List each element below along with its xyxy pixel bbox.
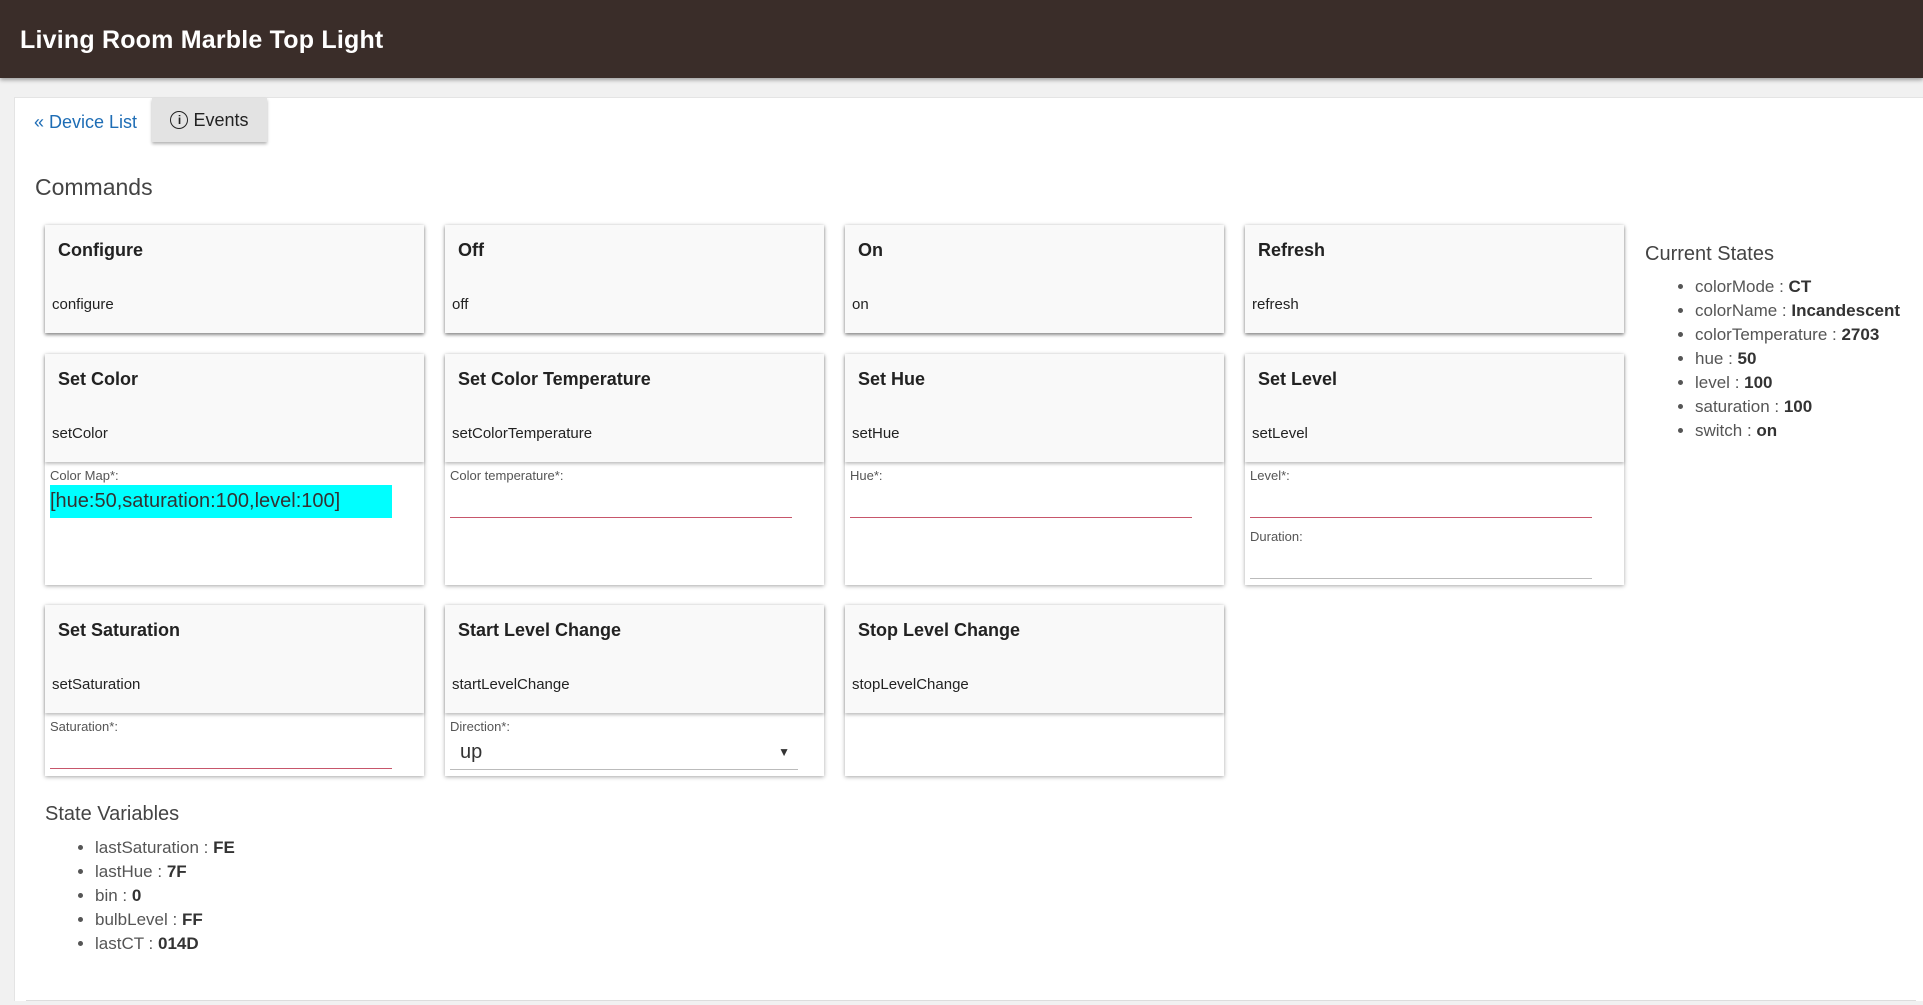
command-method: setHue bbox=[852, 425, 900, 442]
command-card-set-hue: Set Hue setHue Hue*: bbox=[845, 354, 1224, 585]
top-bar: Living Room Marble Top Light bbox=[0, 0, 1923, 78]
state-variable-item: lastCT : 014D bbox=[95, 932, 235, 956]
current-states-title: Current States bbox=[1645, 243, 1774, 265]
state-item: switch : on bbox=[1695, 419, 1900, 443]
set-color-temperature-command-button[interactable]: Set Color Temperature setColorTemperatur… bbox=[445, 354, 824, 462]
command-method: stopLevelChange bbox=[852, 676, 969, 693]
command-method: setLevel bbox=[1252, 425, 1308, 442]
command-name: Set Hue bbox=[858, 369, 926, 389]
command-card-configure: Configure configure bbox=[45, 225, 424, 333]
command-name: Refresh bbox=[1258, 240, 1326, 260]
command-method: on bbox=[852, 296, 869, 313]
command-card-refresh: Refresh refresh bbox=[1245, 225, 1624, 333]
command-card-on: On on bbox=[845, 225, 1224, 333]
state-item: level : 100 bbox=[1695, 371, 1900, 395]
start-level-change-command-button[interactable]: Start Level Change startLevelChange bbox=[445, 605, 824, 713]
state-item: colorTemperature : 2703 bbox=[1695, 323, 1900, 347]
command-method: refresh bbox=[1252, 296, 1299, 313]
command-method: setColorTemperature bbox=[452, 425, 593, 442]
command-name: Set Color Temperature bbox=[458, 369, 651, 389]
command-card-set-color: Set Color setColor Color Map*: bbox=[45, 354, 424, 585]
command-name: Set Saturation bbox=[58, 620, 181, 640]
bottom-divider bbox=[26, 1000, 1916, 1001]
state-variable-item: lastHue : 7F bbox=[95, 860, 235, 884]
duration-input[interactable] bbox=[1250, 548, 1592, 579]
state-item: colorMode : CT bbox=[1695, 275, 1900, 299]
state-variable-item: bulbLevel : FF bbox=[95, 908, 235, 932]
page-title: Living Room Marble Top Light bbox=[20, 26, 384, 54]
direction-selected-value: up bbox=[460, 741, 483, 763]
state-variables-list: lastSaturation : FE lastHue : 7F bin : 0… bbox=[70, 836, 235, 956]
events-button-label: Events bbox=[193, 109, 249, 130]
state-item: saturation : 100 bbox=[1695, 395, 1900, 419]
color-temperature-label: Color temperature*: bbox=[450, 468, 564, 483]
dropdown-arrow-icon: ▼ bbox=[778, 745, 790, 759]
state-item: hue : 50 bbox=[1695, 347, 1900, 371]
command-name: Off bbox=[458, 240, 484, 260]
color-temperature-input[interactable] bbox=[450, 487, 792, 518]
command-method: configure bbox=[52, 296, 114, 313]
hue-label: Hue*: bbox=[850, 468, 883, 483]
color-map-label: Color Map*: bbox=[50, 468, 119, 483]
info-circle-icon: i bbox=[170, 111, 189, 129]
set-hue-command-button[interactable]: Set Hue setHue bbox=[845, 354, 1224, 462]
command-card-set-saturation: Set Saturation setSaturation Saturation*… bbox=[45, 605, 424, 776]
direction-select[interactable]: up ▼ bbox=[450, 739, 798, 770]
current-states-list: colorMode : CT colorName : Incandescent … bbox=[1670, 275, 1900, 443]
events-button[interactable]: i Events bbox=[152, 98, 267, 142]
command-method: startLevelChange bbox=[452, 676, 570, 693]
command-method: setSaturation bbox=[52, 676, 141, 693]
command-card-start-level-change: Start Level Change startLevelChange Dire… bbox=[445, 605, 824, 776]
level-input[interactable] bbox=[1250, 487, 1592, 518]
state-variables-title: State Variables bbox=[45, 803, 180, 825]
duration-label: Duration: bbox=[1250, 529, 1303, 544]
saturation-label: Saturation*: bbox=[50, 719, 118, 734]
set-level-command-button[interactable]: Set Level setLevel bbox=[1245, 354, 1624, 462]
set-saturation-command-button[interactable]: Set Saturation setSaturation bbox=[45, 605, 424, 713]
saturation-input[interactable] bbox=[50, 738, 392, 769]
command-method: setColor bbox=[52, 425, 108, 442]
off-command-button[interactable]: Off off bbox=[445, 225, 824, 333]
state-variable-item: lastSaturation : FE bbox=[95, 836, 235, 860]
command-method: off bbox=[452, 296, 469, 313]
command-name: Set Color bbox=[58, 369, 139, 389]
command-card-off: Off off bbox=[445, 225, 824, 333]
command-name: Set Level bbox=[1258, 369, 1338, 389]
direction-label: Direction*: bbox=[450, 719, 510, 734]
configure-command-button[interactable]: Configure configure bbox=[45, 225, 424, 333]
stop-level-change-command-button[interactable]: Stop Level Change stopLevelChange bbox=[845, 605, 1224, 713]
state-item: colorName : Incandescent bbox=[1695, 299, 1900, 323]
commands-title: Commands bbox=[35, 174, 153, 200]
command-name: On bbox=[858, 240, 883, 260]
color-map-input[interactable] bbox=[50, 485, 392, 518]
command-card-stop-level-change: Stop Level Change stopLevelChange bbox=[845, 605, 1224, 776]
device-list-link[interactable]: « Device List bbox=[34, 112, 137, 133]
refresh-command-button[interactable]: Refresh refresh bbox=[1245, 225, 1624, 333]
command-name: Start Level Change bbox=[458, 620, 622, 640]
state-variable-item: bin : 0 bbox=[95, 884, 235, 908]
command-card-set-level: Set Level setLevel Level*: Duration: bbox=[1245, 354, 1624, 585]
level-label: Level*: bbox=[1250, 468, 1290, 483]
hue-input[interactable] bbox=[850, 487, 1192, 518]
on-command-button[interactable]: On on bbox=[845, 225, 1224, 333]
command-name: Stop Level Change bbox=[858, 620, 1021, 640]
command-name: Configure bbox=[58, 240, 143, 260]
set-color-command-button[interactable]: Set Color setColor bbox=[45, 354, 424, 462]
command-card-set-color-temperature: Set Color Temperature setColorTemperatur… bbox=[445, 354, 824, 585]
